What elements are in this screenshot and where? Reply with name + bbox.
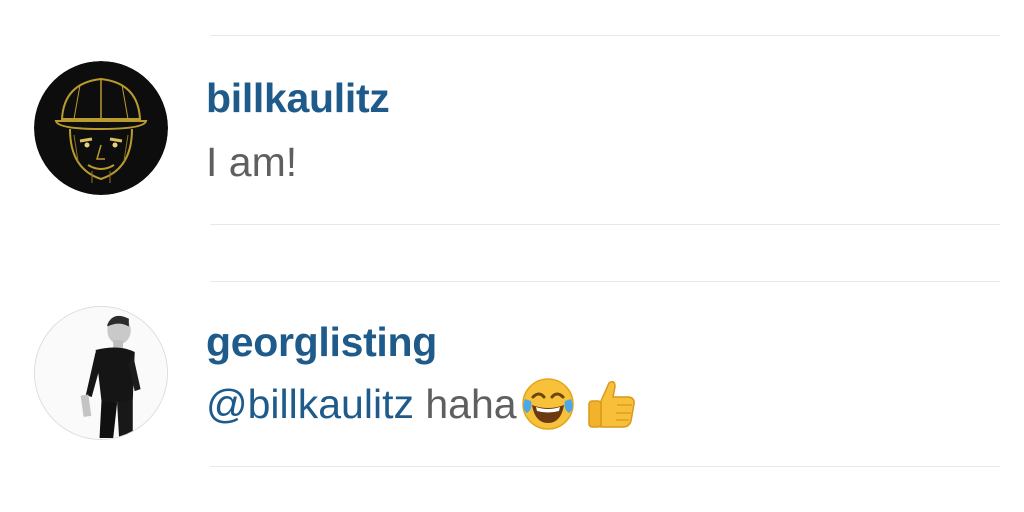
man-in-black-shirt-avatar-icon — [35, 307, 166, 438]
comment-body: I am! — [206, 139, 298, 185]
illustrated-face-cap-avatar-icon — [34, 61, 168, 195]
comment-username[interactable]: billkaulitz — [206, 78, 390, 119]
avatar[interactable] — [34, 306, 168, 440]
divider-bottom — [210, 466, 1000, 467]
face-with-tears-of-joy-icon — [519, 375, 577, 433]
divider — [210, 224, 1000, 225]
avatar[interactable] — [34, 61, 168, 195]
comment-text: @billkaulitz haha — [206, 376, 641, 432]
divider-top — [210, 35, 1000, 36]
mention-link[interactable]: @billkaulitz — [206, 383, 414, 425]
thumbs-up-icon — [583, 375, 641, 433]
comment-text: I am! — [206, 142, 297, 183]
comment-body: haha — [413, 380, 517, 427]
comment-username[interactable]: georglisting — [206, 322, 437, 363]
divider — [210, 281, 1000, 282]
